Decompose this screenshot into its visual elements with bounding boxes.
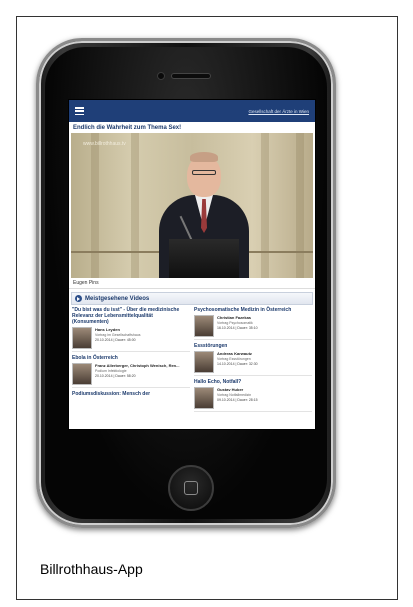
video-title[interactable]: "Du bist was du isst" - Über die medizin… xyxy=(72,307,190,325)
camera-icon xyxy=(157,72,165,80)
video-title[interactable]: Podiumsdiskussion: Mensch der xyxy=(72,391,190,397)
video-description: Vortrag Essstörungen xyxy=(217,357,251,361)
video-description: Vortrag Notfallmedizin xyxy=(217,393,252,397)
play-circle-icon xyxy=(75,295,82,302)
speaker-thumbnail[interactable] xyxy=(194,315,214,337)
video-list-item[interactable]: Hallo Echo, Notfall? Gustav Huber Vortra… xyxy=(194,379,312,412)
phone-bezel: Gesellschaft der Ärzte in Wien Endlich d… xyxy=(45,47,327,519)
figure-caption: Billrothhaus-App xyxy=(40,561,143,577)
video-grid: "Du bist was du isst" - Über die medizin… xyxy=(69,307,315,412)
video-date: 16.10.2014 | Dauer: 35:10 xyxy=(217,326,258,330)
video-column-left: "Du bist was du isst" - Über die medizin… xyxy=(72,307,190,412)
speaker-grille xyxy=(171,73,211,79)
video-watermark: www.billrothhaus.tv xyxy=(83,141,126,147)
top-bar: Gesellschaft der Ärzte in Wien xyxy=(69,100,315,122)
video-list-item[interactable]: "Du bist was du isst" - Über die medizin… xyxy=(72,307,190,352)
phone-mockup: Gesellschaft der Ärzte in Wien Endlich d… xyxy=(36,38,336,528)
video-list-item[interactable]: Essstörungen Andreas Karwautz Vortrag Es… xyxy=(194,343,312,376)
video-date: 20.10.2014 | Dauer: 58:20 xyxy=(95,374,136,378)
video-date: 09.10.2014 | Dauer: 28:15 xyxy=(217,398,258,402)
video-title[interactable]: Essstörungen xyxy=(194,343,312,349)
video-speaker-caption: Eugen Pins xyxy=(69,278,315,289)
speaker-name: Hans Leyden xyxy=(95,327,120,332)
video-date: 14.10.2014 | Dauer: 32:30 xyxy=(217,362,258,366)
speaker-name: Christian Fazekas xyxy=(217,315,252,320)
most-viewed-header: Meistgesehene Videos xyxy=(71,292,313,305)
menu-icon[interactable] xyxy=(75,107,84,115)
speaker-thumbnail[interactable] xyxy=(194,351,214,373)
speaker-name: Gustav Huber xyxy=(217,387,244,392)
video-description: Podium Infektiologie xyxy=(95,369,127,373)
speaker-name: Andreas Karwautz xyxy=(217,351,252,356)
video-date: 20.10.2014 | Dauer: 45:00 xyxy=(95,338,136,342)
video-list-item[interactable]: Ebola in Österreich Franz Allerberger, C… xyxy=(72,355,190,388)
speaker-name: Franz Allerberger, Christoph Wenisch, Re… xyxy=(95,363,180,368)
featured-video-title[interactable]: Endlich die Wahrheit zum Thema Sex! xyxy=(69,122,315,133)
speaker-thumbnail[interactable] xyxy=(72,327,92,349)
video-column-right: Psychosomatische Medizin in Österreich C… xyxy=(194,307,312,412)
speaker-thumbnail[interactable] xyxy=(72,363,92,385)
featured-video-player[interactable]: www.billrothhaus.tv xyxy=(71,133,313,278)
org-link[interactable]: Gesellschaft der Ärzte in Wien xyxy=(248,109,309,114)
video-description: Vortrag Psychosomatik xyxy=(217,321,253,325)
video-list-item[interactable]: Psychosomatische Medizin in Österreich C… xyxy=(194,307,312,340)
home-button[interactable] xyxy=(168,465,214,511)
podium xyxy=(169,239,239,278)
video-title[interactable]: Ebola in Österreich xyxy=(72,355,190,361)
speaker-thumbnail[interactable] xyxy=(194,387,214,409)
video-description: Vortrag im Gesellschaftshaus xyxy=(95,333,141,337)
video-title[interactable]: Psychosomatische Medizin in Österreich xyxy=(194,307,312,313)
video-title[interactable]: Hallo Echo, Notfall? xyxy=(194,379,312,385)
section-title: Meistgesehene Videos xyxy=(85,295,150,302)
app-screen: Gesellschaft der Ärzte in Wien Endlich d… xyxy=(68,99,316,430)
